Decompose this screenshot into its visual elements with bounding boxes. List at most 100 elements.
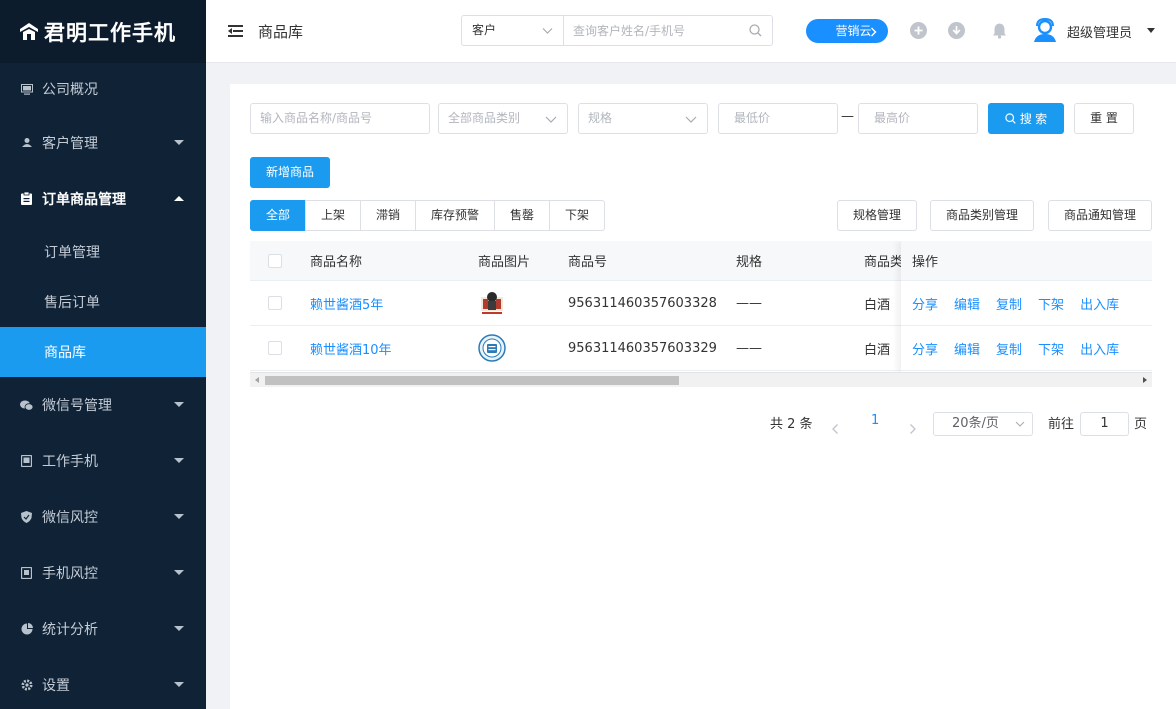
sidebar-item-orders-products[interactable]: 订单商品管理 <box>0 170 206 227</box>
sidebar-subitem-after-sales[interactable]: 售后订单 <box>0 277 206 327</box>
product-sku: 956311460357603329 <box>568 340 717 356</box>
clipboard-icon <box>20 192 33 205</box>
horizontal-scrollbar[interactable] <box>250 372 1152 387</box>
page-size-select[interactable]: 20条/页 <box>933 412 1033 436</box>
search-type-select[interactable]: 客户 <box>462 16 564 45</box>
row-actions: 分享 编辑 复制 下架 出入库 <box>901 281 1152 326</box>
sidebar-item-overview[interactable]: 公司概况 <box>0 63 206 115</box>
notification-management-button[interactable]: 商品通知管理 <box>1048 200 1152 231</box>
pagination-total: 共 2 条 <box>770 417 813 432</box>
chevron-down-icon <box>174 402 184 407</box>
add-circle-icon[interactable] <box>910 22 927 39</box>
logo-text: 君明工作手机 <box>44 20 176 45</box>
share-action[interactable]: 分享 <box>912 294 938 313</box>
sidebar-item-wechat-risk[interactable]: 微信风控 <box>0 489 206 545</box>
sidebar-item-work-phone[interactable]: 工作手机 <box>0 433 206 489</box>
copy-action[interactable]: 复制 <box>996 339 1022 358</box>
chevron-down-icon <box>174 626 184 631</box>
product-name-link[interactable]: 赖世酱酒5年 <box>310 281 383 325</box>
product-thumbnail[interactable] <box>478 289 506 317</box>
avatar[interactable] <box>1032 17 1058 43</box>
share-action[interactable]: 分享 <box>912 339 938 358</box>
global-search: 客户 <box>461 15 773 46</box>
sidebar-item-settings[interactable]: 设置 <box>0 657 206 709</box>
sidebar-item-label: 工作手机 <box>42 454 98 470</box>
search-button[interactable]: 搜 索 <box>988 103 1064 134</box>
search-icon[interactable] <box>749 24 762 37</box>
page-number-current[interactable]: 1 <box>871 413 879 437</box>
download-circle-icon[interactable] <box>948 22 965 39</box>
product-name-placeholder: 输入商品名称/商品号 <box>260 111 373 125</box>
tab-on-shelf[interactable]: 上架 <box>305 200 361 231</box>
shield-icon <box>20 511 33 524</box>
spec-select[interactable]: 规格 <box>578 103 708 134</box>
sidebar-item-statistics[interactable]: 统计分析 <box>0 601 206 657</box>
logo-mark-icon <box>18 21 40 43</box>
product-spec: —— <box>736 340 762 356</box>
tab-off-shelf[interactable]: 下架 <box>549 200 605 231</box>
sidebar-subitem-order-management[interactable]: 订单管理 <box>0 227 206 277</box>
chevron-down-icon <box>174 514 184 519</box>
chevron-down-icon <box>685 116 697 123</box>
chevron-down-icon <box>545 116 557 123</box>
category-management-button[interactable]: 商品类别管理 <box>930 200 1034 231</box>
stock-io-action[interactable]: 出入库 <box>1080 339 1119 358</box>
next-page-icon[interactable] <box>908 417 917 441</box>
sidebar-item-wechat-accounts[interactable]: 微信号管理 <box>0 377 206 433</box>
wechat-icon <box>20 399 33 412</box>
max-price-input[interactable]: 最高价 <box>858 103 978 134</box>
product-thumbnail[interactable] <box>478 334 506 362</box>
bell-icon[interactable] <box>991 22 1008 39</box>
add-product-button[interactable]: 新增商品 <box>250 157 330 188</box>
caret-down-icon[interactable] <box>1147 28 1155 33</box>
sidebar: 君明工作手机 公司概况 客户管理 订单商品管理 订单管理 售后订单 商品库 微信… <box>0 0 206 709</box>
sidebar-subitem-product-library[interactable]: 商品库 <box>0 327 206 377</box>
chevron-up-icon <box>174 195 184 201</box>
stock-io-action[interactable]: 出入库 <box>1080 294 1119 313</box>
edit-action[interactable]: 编辑 <box>954 339 980 358</box>
scroll-right-icon[interactable] <box>1143 377 1147 383</box>
chevron-down-icon <box>174 458 184 463</box>
page-size-value: 20条/页 <box>952 416 999 431</box>
tab-all[interactable]: 全部 <box>250 200 306 231</box>
chevron-down-icon <box>174 570 184 575</box>
category-select[interactable]: 全部商品类别 <box>438 103 568 134</box>
edit-action[interactable]: 编辑 <box>954 294 980 313</box>
menu-toggle-icon[interactable] <box>228 25 243 37</box>
search-input[interactable] <box>564 16 772 45</box>
scrollbar-thumb[interactable] <box>265 376 679 385</box>
sidebar-item-label: 客户管理 <box>42 135 98 152</box>
product-name-filter[interactable]: 输入商品名称/商品号 <box>250 103 430 134</box>
sidebar-item-customers[interactable]: 客户管理 <box>0 115 206 170</box>
product-sku: 956311460357603328 <box>568 295 717 311</box>
product-name-link[interactable]: 赖世酱酒10年 <box>310 326 392 370</box>
prev-page-icon[interactable] <box>831 417 840 441</box>
app-logo: 君明工作手机 <box>0 0 206 63</box>
product-library-panel: 输入商品名称/商品号 全部商品类别 规格 最低价 — 最高价 搜 索 重 置 新… <box>230 84 1176 709</box>
unlist-action[interactable]: 下架 <box>1038 339 1064 358</box>
goto-page-input[interactable]: 1 <box>1080 412 1129 436</box>
select-all-checkbox[interactable] <box>268 253 282 268</box>
marketing-cloud-button[interactable]: 营销云 <box>806 19 888 43</box>
row-checkbox[interactable] <box>268 296 282 310</box>
sidebar-item-phone-risk[interactable]: 手机风控 <box>0 545 206 601</box>
status-tabs: 全部 上架 滞销 库存预警 售罄 下架 <box>250 200 605 231</box>
row-checkbox[interactable] <box>268 341 282 355</box>
min-price-input[interactable]: 最低价 <box>718 103 838 134</box>
tab-sold-out[interactable]: 售罄 <box>494 200 550 231</box>
tab-stock-warning[interactable]: 库存预警 <box>415 200 495 231</box>
scroll-left-icon[interactable] <box>255 377 259 383</box>
spec-management-button[interactable]: 规格管理 <box>837 200 917 231</box>
reset-button[interactable]: 重 置 <box>1074 103 1134 134</box>
sidebar-item-label: 微信风控 <box>42 510 98 526</box>
copy-action[interactable]: 复制 <box>996 294 1022 313</box>
search-icon <box>1005 113 1016 124</box>
product-category: 白酒 <box>864 342 891 358</box>
gear-icon <box>20 679 33 692</box>
product-spec: —— <box>736 295 762 311</box>
chevron-down-icon <box>174 139 184 145</box>
username[interactable]: 超级管理员 <box>1067 22 1132 41</box>
unlist-action[interactable]: 下架 <box>1038 294 1064 313</box>
chevron-down-icon <box>174 682 184 687</box>
tab-slow-moving[interactable]: 滞销 <box>360 200 416 231</box>
